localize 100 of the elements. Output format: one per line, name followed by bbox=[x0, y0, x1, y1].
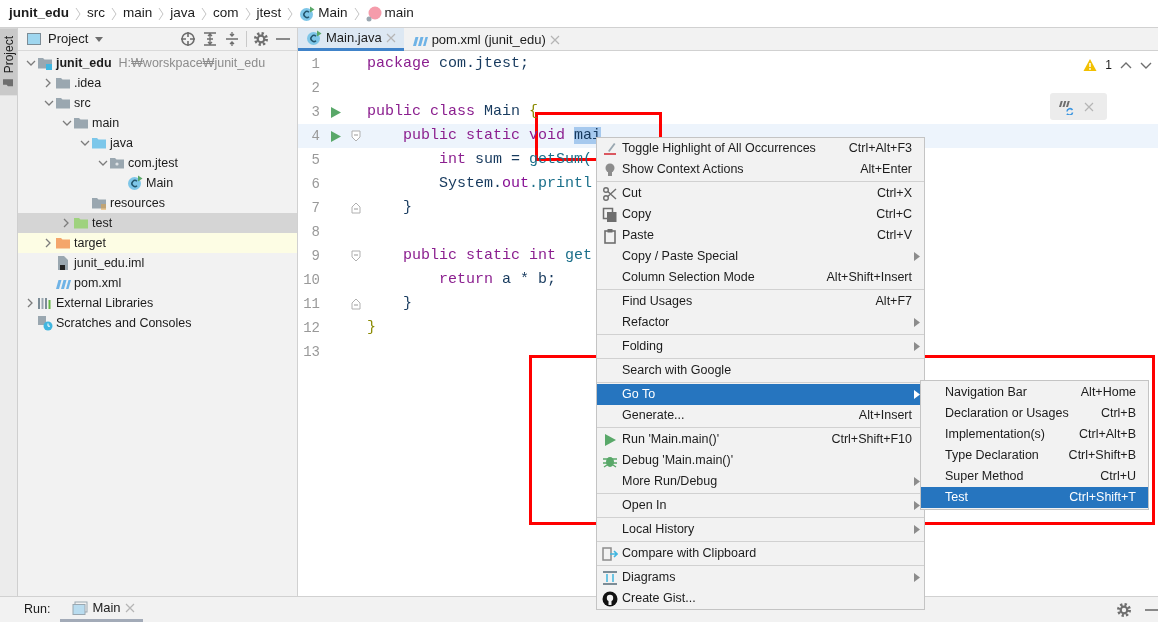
menu-item[interactable]: Debug 'Main.main()' bbox=[597, 450, 924, 471]
chevron-right-icon[interactable] bbox=[27, 298, 34, 308]
editor-tab[interactable]: pom.xml (junit_edu) bbox=[403, 28, 568, 51]
menu-item[interactable]: Open In bbox=[597, 495, 924, 516]
settings-icon[interactable] bbox=[1116, 601, 1132, 618]
tree-item[interactable]: junit_edu H:₩worskpace₩junit_edu bbox=[18, 53, 297, 73]
run-gutter-icon[interactable] bbox=[330, 105, 342, 119]
tree-item[interactable]: test bbox=[18, 213, 297, 233]
menu-item[interactable]: Find Usages Alt+F7 bbox=[597, 291, 924, 312]
chevron-up-icon[interactable] bbox=[1120, 61, 1132, 69]
chevron-down-icon[interactable] bbox=[61, 119, 72, 127]
line-number: 5 bbox=[310, 150, 320, 170]
tree-item[interactable]: Main bbox=[18, 173, 297, 193]
console-icon bbox=[72, 600, 89, 616]
menu-item[interactable]: Super Method Ctrl+U bbox=[921, 466, 1148, 487]
tool-window-tab[interactable]: Project bbox=[0, 28, 17, 96]
shortcut-text: Ctrl+Shift+F10 bbox=[830, 431, 912, 449]
menu-item[interactable]: Declaration or Usages Ctrl+B bbox=[921, 403, 1148, 424]
menu-item[interactable]: Folding bbox=[597, 336, 924, 357]
chevron-right-icon[interactable] bbox=[45, 78, 52, 88]
fold-marker-icon[interactable] bbox=[350, 202, 361, 214]
editor-tab[interactable]: Main.java bbox=[298, 28, 404, 51]
run-tab[interactable]: Main bbox=[60, 597, 143, 622]
code-line: public static int get bbox=[402, 245, 593, 266]
breadcrumb-item[interactable]: jtest bbox=[255, 3, 283, 24]
shortcut-text: Ctrl+X bbox=[875, 185, 912, 203]
chevron-icon bbox=[353, 6, 360, 21]
chevron-right-icon[interactable] bbox=[63, 218, 70, 228]
chevron-down-icon[interactable] bbox=[1140, 61, 1152, 69]
menu-item[interactable]: Show Context Actions Alt+Enter bbox=[597, 159, 924, 180]
menu-item[interactable]: Local History bbox=[597, 519, 924, 540]
chevron-down-icon[interactable] bbox=[43, 99, 54, 107]
tree-item[interactable]: .idea bbox=[18, 73, 297, 93]
breadcrumb-item[interactable]: com bbox=[212, 3, 240, 24]
menu-item[interactable]: More Run/Debug bbox=[597, 471, 924, 492]
tree-item[interactable]: target bbox=[18, 233, 297, 253]
menu-item[interactable]: Type Declaration Ctrl+Shift+B bbox=[921, 445, 1148, 466]
copy-icon bbox=[601, 206, 618, 223]
fold-marker-icon[interactable] bbox=[350, 250, 361, 262]
chevron-icon bbox=[111, 6, 117, 21]
run-gutter-icon[interactable] bbox=[330, 129, 342, 143]
shortcut-text: Ctrl+V bbox=[875, 227, 912, 245]
folder-icon bbox=[55, 95, 71, 111]
menu-item[interactable]: Implementation(s) Ctrl+Alt+B bbox=[921, 424, 1148, 445]
menu-item[interactable]: Compare with Clipboard bbox=[597, 543, 924, 564]
tree-item[interactable]: com.jtest bbox=[18, 153, 297, 173]
module-file-icon bbox=[55, 255, 71, 271]
shortcut-text: Alt+Shift+Insert bbox=[825, 269, 912, 287]
menu-item[interactable]: Run 'Main.main()' Ctrl+Shift+F10 bbox=[597, 429, 924, 450]
menu-item[interactable]: Copy / Paste Special bbox=[597, 246, 924, 267]
breadcrumb-item[interactable]: main bbox=[122, 3, 154, 24]
chevron-right-icon[interactable] bbox=[45, 238, 52, 248]
menu-item[interactable]: Refactor bbox=[597, 312, 924, 333]
breadcrumb-item[interactable]: src bbox=[86, 3, 106, 24]
menu-item[interactable]: Toggle Highlight of All Occurrences Ctrl+Alt+F3 bbox=[597, 138, 924, 159]
breadcrumb-item[interactable]: java bbox=[169, 3, 197, 24]
menu-item[interactable]: Navigation Bar Alt+Home bbox=[921, 382, 1148, 403]
fold-marker-icon[interactable] bbox=[350, 130, 361, 142]
line-number: 8 bbox=[310, 222, 320, 242]
code-line: return a * b; bbox=[438, 269, 557, 290]
breadcrumb-item[interactable]: Main bbox=[298, 3, 349, 24]
menu-item[interactable]: Create Gist... bbox=[597, 588, 924, 609]
chevron-down-icon[interactable] bbox=[97, 159, 108, 167]
run-label: Run: bbox=[24, 601, 51, 619]
menu-item[interactable]: Test Ctrl+Shift+T bbox=[921, 487, 1148, 508]
menu-item[interactable]: Generate... Alt+Insert bbox=[597, 405, 924, 426]
tree-item[interactable]: External Libraries bbox=[18, 293, 297, 313]
tree-item[interactable]: src bbox=[18, 93, 297, 113]
collapse-all-icon[interactable] bbox=[224, 31, 240, 47]
panel-icon bbox=[26, 31, 42, 47]
menu-item[interactable]: Column Selection Mode Alt+Shift+Insert bbox=[597, 267, 924, 288]
fold-marker-icon[interactable] bbox=[350, 298, 361, 310]
settings-icon[interactable] bbox=[253, 31, 269, 47]
chevron-down-icon[interactable] bbox=[25, 59, 36, 67]
tree-item[interactable]: main bbox=[18, 113, 297, 133]
warning-count[interactable]: 1 bbox=[1105, 56, 1112, 74]
maven-reload-icon[interactable] bbox=[1058, 98, 1074, 115]
folder-icon bbox=[73, 115, 89, 131]
tree-item[interactable]: junit_edu.iml bbox=[18, 253, 297, 273]
menu-item[interactable]: Paste Ctrl+V bbox=[597, 225, 924, 246]
tree-item[interactable]: Scratches and Consoles bbox=[18, 313, 297, 333]
expand-all-icon[interactable] bbox=[202, 31, 218, 47]
shortcut-text: Alt+Enter bbox=[859, 161, 912, 179]
tree-item[interactable]: resources bbox=[18, 193, 297, 213]
folder-icon bbox=[55, 75, 71, 91]
test-folder-icon bbox=[73, 215, 89, 231]
shortcut-text: Ctrl+U bbox=[1099, 468, 1136, 486]
crosshair-icon[interactable] bbox=[180, 31, 196, 47]
menu-item[interactable]: Diagrams bbox=[597, 567, 924, 588]
menu-item[interactable]: Copy Ctrl+C bbox=[597, 204, 924, 225]
caret-down-icon[interactable] bbox=[94, 35, 105, 43]
tree-item[interactable]: java bbox=[18, 133, 297, 153]
breadcrumb-item[interactable]: junit_edu bbox=[8, 3, 70, 24]
menu-item[interactable]: Cut Ctrl+X bbox=[597, 183, 924, 204]
path-label: H:₩worskpace₩junit_edu bbox=[118, 54, 266, 72]
panel-title[interactable]: Project bbox=[48, 29, 89, 49]
tree-item[interactable]: pom.xml bbox=[18, 273, 297, 293]
menu-item[interactable]: Search with Google bbox=[597, 360, 924, 381]
breadcrumb-item[interactable]: main bbox=[364, 3, 415, 24]
chevron-down-icon[interactable] bbox=[79, 139, 90, 147]
